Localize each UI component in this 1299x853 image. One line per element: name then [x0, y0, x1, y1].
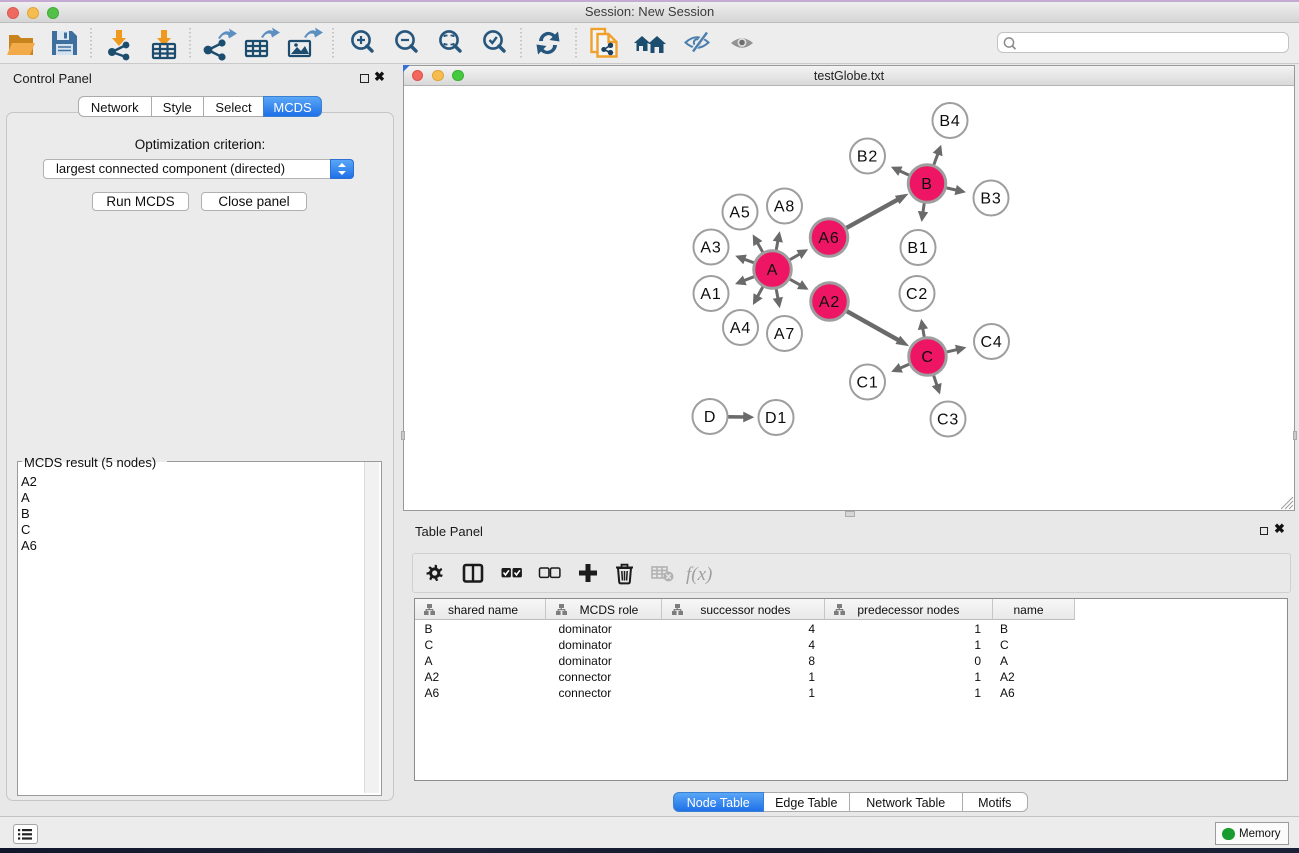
- svg-text:A5: A5: [729, 205, 750, 222]
- svg-text:f(x): f(x): [686, 564, 712, 585]
- svg-text:C3: C3: [937, 412, 959, 429]
- svg-text:C4: C4: [980, 334, 1002, 351]
- svg-text:A3: A3: [700, 240, 721, 257]
- svg-text:B1: B1: [907, 240, 928, 257]
- svg-text:C1: C1: [856, 375, 878, 392]
- svg-text:A7: A7: [774, 326, 795, 343]
- svg-text:B2: B2: [857, 149, 878, 166]
- svg-text:B3: B3: [980, 191, 1001, 208]
- svg-text:D: D: [704, 409, 716, 426]
- svg-text:C: C: [921, 349, 933, 366]
- svg-text:C2: C2: [906, 286, 928, 303]
- svg-text:B4: B4: [939, 113, 960, 130]
- svg-text:D1: D1: [765, 410, 787, 427]
- svg-text:B: B: [921, 176, 932, 193]
- svg-text:A4: A4: [730, 320, 751, 337]
- svg-text:A: A: [767, 262, 778, 279]
- svg-text:A6: A6: [818, 230, 839, 247]
- svg-text:A8: A8: [774, 199, 795, 216]
- svg-text:A2: A2: [819, 294, 840, 311]
- svg-text:A1: A1: [700, 286, 721, 303]
